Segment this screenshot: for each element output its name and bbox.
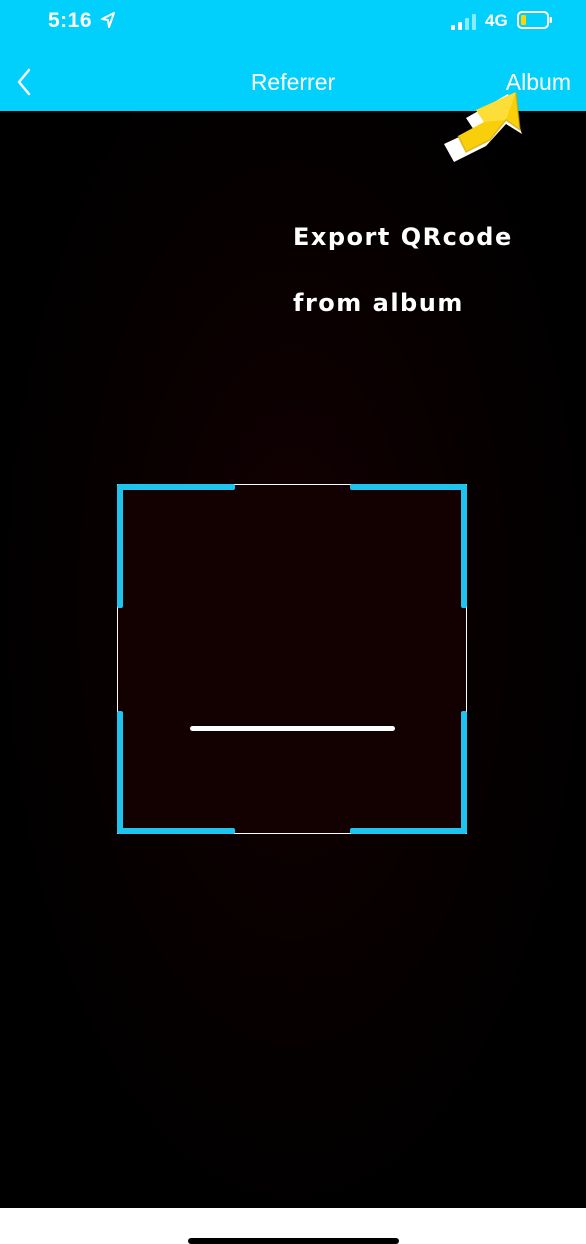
scan-corner-top-left-horizontal [117,484,235,490]
scan-corner-bottom-left-horizontal [117,828,235,834]
yellow-arrow-pointing-up-right-icon [444,91,522,162]
home-indicator[interactable] [188,1238,399,1244]
cellular-signal-icon [451,14,476,30]
scan-corner-bottom-right-horizontal [350,828,467,834]
qr-scan-frame [117,484,467,834]
bottom-safe-area [0,1208,586,1244]
hint-line-1: Export QRcode [293,223,513,251]
scan-line [190,726,395,731]
scan-corner-bottom-right-vertical [461,711,467,834]
scan-corner-top-right-vertical [461,484,467,608]
scan-corner-top-left-vertical [117,484,123,608]
scan-corner-bottom-left-vertical [117,711,123,834]
hint-line-2: from album [293,289,464,317]
network-type: 4G [485,11,508,30]
album-export-hint: Export QRcode from album [293,188,513,353]
location-arrow-icon [101,12,115,28]
status-time: 5:16 [48,9,93,32]
scan-corner-top-right-horizontal [350,484,467,490]
battery-low-icon [517,11,552,29]
